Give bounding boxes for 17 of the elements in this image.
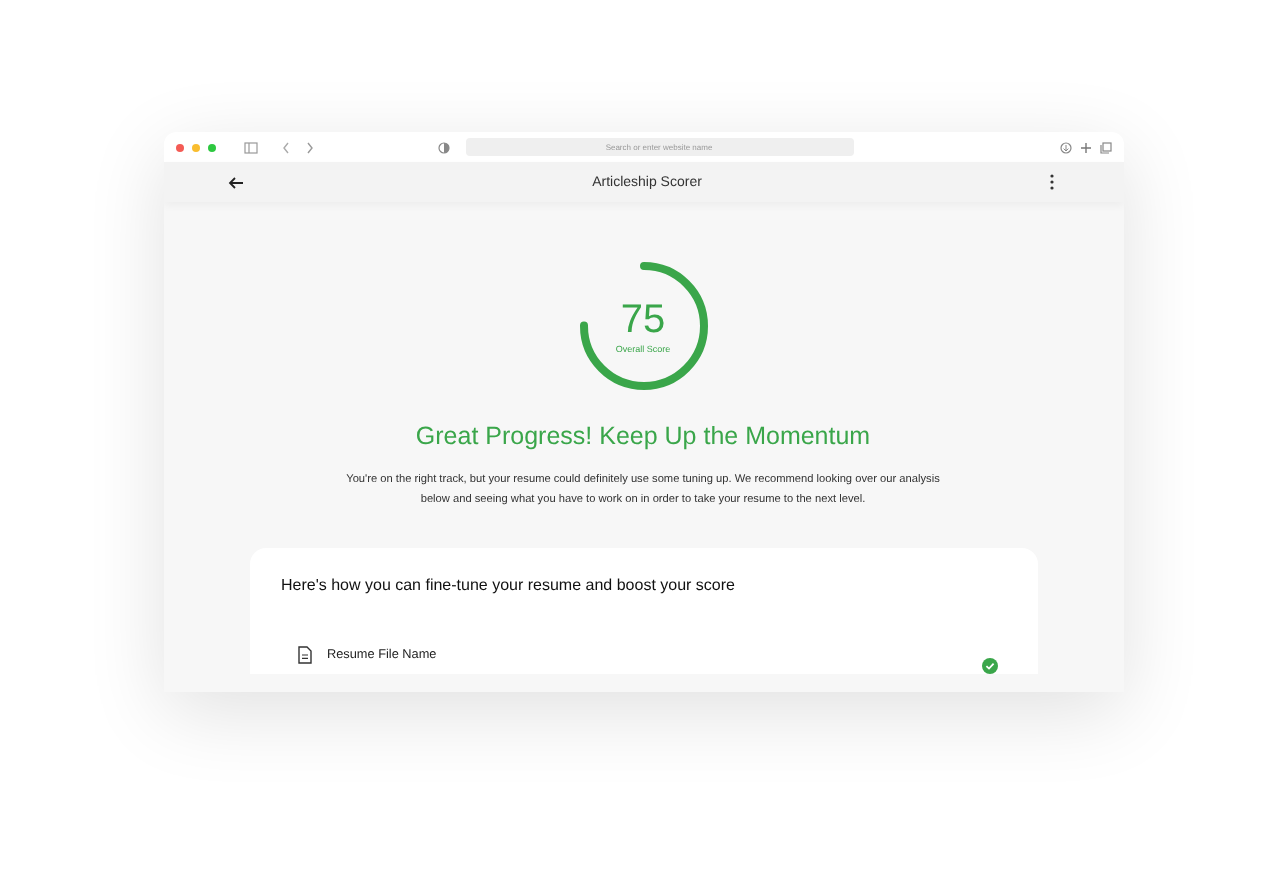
close-dot[interactable] — [175, 143, 183, 151]
score-ring — [575, 258, 711, 394]
more-icon[interactable] — [1050, 174, 1055, 190]
zoom-dot[interactable] — [207, 143, 215, 151]
forward-chevron-icon[interactable] — [305, 141, 313, 153]
score-value: 75 — [620, 299, 666, 339]
back-arrow-icon[interactable] — [227, 175, 243, 189]
tabs-icon[interactable] — [1099, 141, 1111, 153]
sidebar-icon[interactable] — [243, 141, 257, 153]
shield-icon[interactable] — [437, 141, 449, 153]
back-chevron-icon[interactable] — [281, 141, 289, 153]
plus-icon[interactable] — [1079, 141, 1091, 153]
document-icon — [297, 645, 311, 663]
card-title: Here's how you can fine-tune your resume and boost your score — [281, 576, 737, 594]
minimize-dot[interactable] — [191, 143, 199, 151]
download-icon[interactable] — [1059, 141, 1071, 153]
headline: Great Progress! Keep Up the Momentum — [415, 422, 871, 450]
